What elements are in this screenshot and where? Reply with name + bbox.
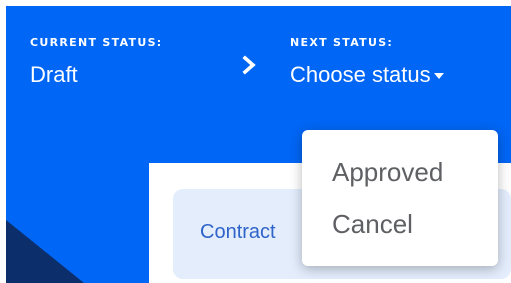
- current-status-label: CURRENT STATUS:: [30, 36, 163, 49]
- next-status: NEXT STATUS: Choose status: [290, 36, 444, 88]
- dropdown-item-approved[interactable]: Approved: [302, 146, 498, 198]
- next-status-label: NEXT STATUS:: [290, 36, 394, 49]
- status-dropdown-menu: Approved Cancel: [302, 130, 498, 266]
- contract-link[interactable]: Contract: [200, 221, 276, 244]
- status-dropdown-toggle[interactable]: Choose status: [290, 62, 444, 88]
- next-status-value: Choose status: [290, 62, 431, 87]
- current-status: CURRENT STATUS: Draft: [30, 36, 163, 88]
- chevron-right-icon: [242, 55, 256, 75]
- caret-down-icon: [433, 73, 444, 79]
- dropdown-item-cancel[interactable]: Cancel: [302, 198, 498, 250]
- corner-decoration: [6, 220, 84, 283]
- current-status-value: Draft: [30, 62, 78, 87]
